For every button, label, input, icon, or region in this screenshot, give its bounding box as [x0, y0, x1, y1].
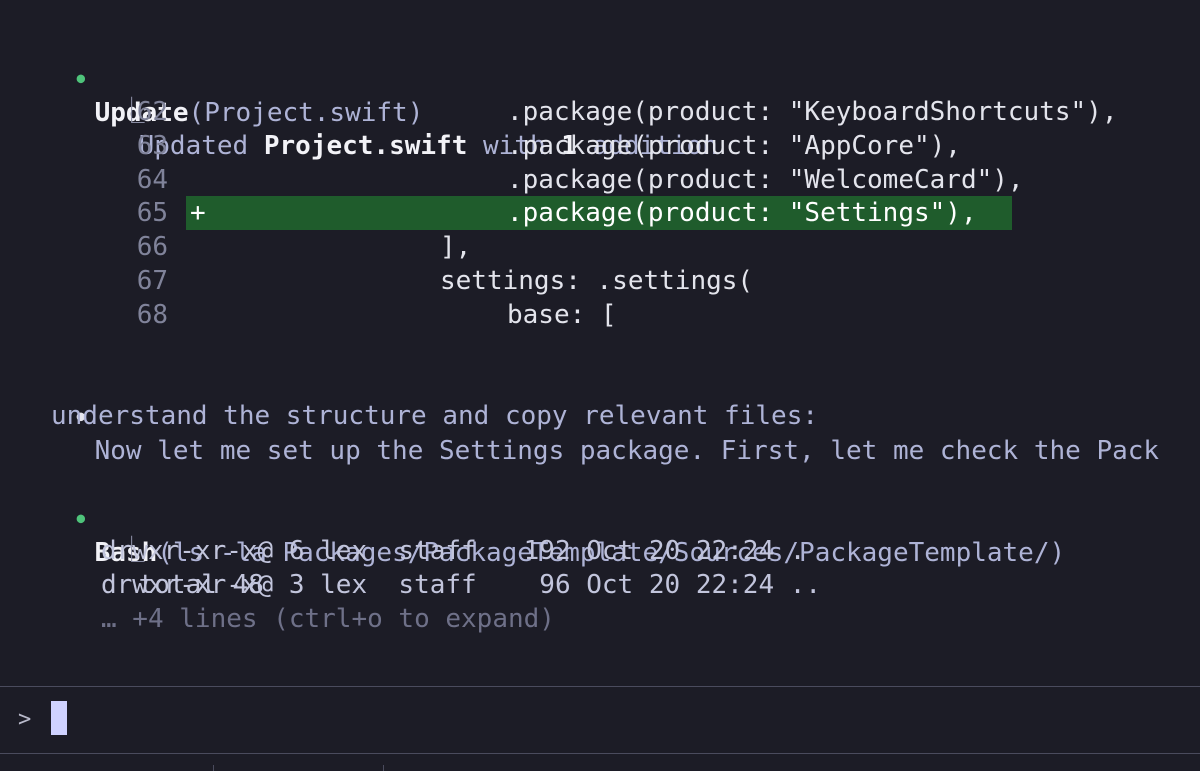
line-number: 68: [136, 300, 168, 330]
bash-output-line: ⎿ total 48: [118, 536, 264, 600]
line-number: 64: [136, 165, 168, 195]
line-number: 65: [136, 198, 168, 228]
bash-tool-header: ● Bash(ls -la Packages/PackageTemplate/S…: [14, 467, 1066, 568]
line-number: 63: [136, 131, 168, 161]
input-bottom-divider: [0, 753, 1200, 754]
message-line: Now let me set up the Settings package. …: [94, 435, 1160, 466]
tool-argument: (Project.swift): [188, 97, 424, 128]
diff-code-line: base: [: [507, 300, 617, 330]
assistant-message: ● Now let me set up the Settings package…: [14, 365, 1159, 466]
text-cursor: [51, 701, 67, 735]
diff-code-line: .package(product: "WelcomeCard"),: [507, 165, 1024, 195]
line-number: 67: [136, 266, 168, 296]
prompt-input[interactable]: [51, 698, 1181, 738]
added-line-marker: +: [190, 198, 206, 228]
footer-divider-tick: [213, 765, 214, 771]
update-tool-header: ● Update(Project.swift): [14, 27, 424, 128]
summary-file: Project.swift: [263, 131, 468, 161]
diff-code-line: .package(product: "KeyboardShortcuts"),: [507, 97, 1118, 127]
bash-output-line: drwxr-xr-x@ 6 lex staff 192 Oct 20 22:24…: [101, 536, 806, 566]
diff-code-line: .package(product: "AppCore"),: [507, 131, 961, 161]
diff-code-line: settings: .settings(: [440, 266, 754, 296]
message-line: understand the structure and copy releva…: [51, 401, 819, 431]
input-top-divider: [0, 686, 1200, 687]
line-number: 66: [136, 232, 168, 262]
prompt-symbol: >: [18, 707, 32, 732]
diff-code-line-added: .package(product: "Settings"),: [507, 198, 977, 228]
line-number: 62: [136, 97, 168, 127]
update-summary: ⎿ Updated Project.swift with 1 addition: [118, 97, 718, 161]
footer-divider-tick: [383, 765, 384, 771]
bash-output-line: drwxr-xr-x@ 3 lex staff 96 Oct 20 22:24 …: [101, 570, 822, 600]
diff-code-line: ],: [440, 232, 472, 262]
expand-output-hint[interactable]: … +4 lines (ctrl+o to expand): [101, 602, 555, 636]
terminal-window: ● Update(Project.swift) ⎿ Updated Projec…: [0, 0, 1200, 771]
